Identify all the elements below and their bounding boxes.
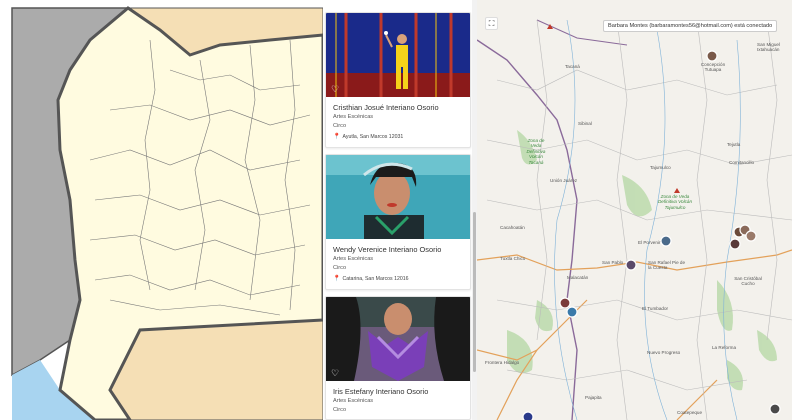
map-place-label: Tuxtla Chico <box>500 256 526 261</box>
artist-card[interactable]: ♡ Cristhian Josué Interiano Osorio Artes… <box>325 12 471 149</box>
map-park-label: Zona de Veda Definitiva Volcán Tajumulco <box>657 194 693 210</box>
artist-location: 📍 Catarina, San Marcos 12016 <box>333 276 409 283</box>
location-pin-icon: 📍 <box>333 276 341 283</box>
map-place-label: San Rafael Pie de la Cuesta <box>648 260 686 271</box>
artist-card[interactable]: Wendy Verenice Interiano Osorio Artes Es… <box>325 154 471 291</box>
map-place-label: Tejutla <box>727 142 741 147</box>
map-place-label: Unión Juárez <box>550 178 578 183</box>
artist-photo[interactable]: ♡ <box>326 13 470 97</box>
artist-list[interactable]: ♡ Cristhian Josué Interiano Osorio Artes… <box>323 0 475 420</box>
artist-category: Circo <box>333 264 347 271</box>
artist-name[interactable]: Wendy Verenice Interiano Osorio <box>333 245 463 255</box>
artist-discipline: Artes Escénicas <box>333 256 374 262</box>
artist-discipline: Artes Escénicas <box>333 114 374 120</box>
connected-user-status: Barbara Montes (barbaramontes56@hotmail.… <box>603 20 778 32</box>
heart-icon[interactable]: ♡ <box>331 85 339 94</box>
artist-photo[interactable] <box>326 155 470 239</box>
map-place-label: Pajapita <box>585 395 602 400</box>
map-place-label: San Pablo <box>602 260 624 265</box>
map-place-label: Cacahoatán <box>500 225 525 230</box>
map-place-label: Concepción Tutuapa <box>700 62 726 73</box>
expand-icon[interactable]: ⛶ <box>485 17 498 30</box>
artist-card[interactable]: ♡ Iris Estefany Interiano Osorio Artes E… <box>325 296 471 420</box>
map-place-label: Comitancillo <box>729 160 755 165</box>
artist-name[interactable]: Cristhian Josué Interiano Osorio <box>333 103 463 113</box>
locator-map[interactable] <box>0 0 323 420</box>
scrollbar-thumb[interactable] <box>473 212 476 372</box>
artist-photo[interactable]: ♡ <box>326 297 470 381</box>
map-place-label: Nuevo Progreso <box>647 350 681 355</box>
artist-discipline: Artes Escénicas <box>333 398 374 404</box>
artist-category: Circo <box>333 122 347 129</box>
interactive-map[interactable] <box>477 0 792 420</box>
map-park-label: Zona de Veda Definitiva Volcán Tacaná <box>526 138 546 165</box>
map-place-label: Frontera Hidalgo <box>485 360 520 365</box>
map-place-label: Tajumulco <box>650 165 671 170</box>
map-place-label: Tacaná <box>565 64 580 69</box>
artist-name[interactable]: Iris Estefany Interiano Osorio <box>333 387 463 397</box>
heart-icon[interactable]: ♡ <box>331 369 339 378</box>
location-pin-icon: 📍 <box>333 134 341 141</box>
map-place-label: San Cristóbal Cucho <box>734 276 762 287</box>
map-place-label: San Miguel Ixtahuacán <box>757 42 780 53</box>
map-place-label: Sibinal <box>578 121 592 126</box>
map-place-label: Malacatán <box>567 275 589 280</box>
map-place-label: Coatepeque <box>677 410 703 415</box>
map-place-label: El Porvenir <box>638 240 661 245</box>
artist-category: Circo <box>333 406 347 413</box>
map-place-label: El Tumbador <box>642 306 669 311</box>
map-place-label: La Reforma <box>712 345 737 350</box>
artist-location: 📍 Ayutla, San Marcos 12031 <box>333 134 404 141</box>
